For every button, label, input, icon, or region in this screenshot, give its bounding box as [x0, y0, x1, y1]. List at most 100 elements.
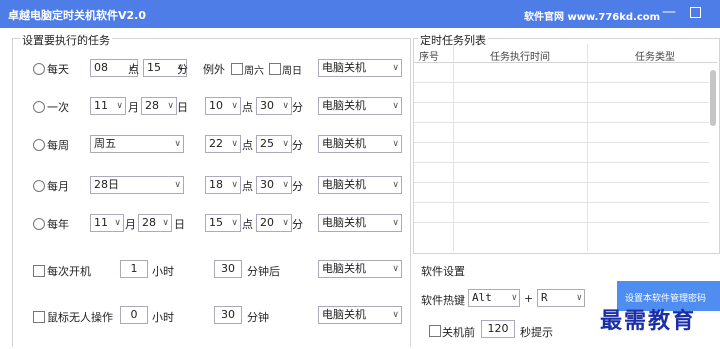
monthly-hour-select[interactable]: 18 ∨ [205, 176, 241, 194]
maximize-button[interactable] [690, 7, 701, 18]
weekly-hour-select[interactable]: 22 ∨ [205, 135, 241, 153]
weekly-action-select[interactable]: 电脑关机 ∨ [318, 135, 402, 153]
once-action-value: 电脑关机 [322, 99, 366, 112]
daily-hour-value: 08 [94, 61, 108, 74]
before-shutdown-checkbox[interactable] [429, 325, 441, 337]
chevron-down-icon: ∨ [392, 264, 399, 274]
chevron-down-icon: ∨ [392, 63, 399, 73]
yearly-hour-select[interactable]: 15 ∨ [205, 214, 241, 232]
yearly-hour-value: 15 [209, 216, 223, 229]
radio-weekly[interactable] [33, 139, 45, 151]
monthly-action-select[interactable]: 电脑关机 ∨ [318, 176, 402, 194]
chevron-down-icon: ∨ [282, 101, 289, 111]
yearly-day-select[interactable]: 28 ∨ [138, 214, 172, 232]
unit-minute-label: 分 [292, 101, 303, 114]
before-shutdown-suffix: 秒提示 [520, 326, 553, 339]
unit-hours-label: 小时 [152, 311, 174, 324]
list-row-divider [414, 162, 709, 163]
hotkey-key-select[interactable]: R ∨ [537, 289, 585, 307]
chevron-down-icon: ∨ [167, 101, 174, 111]
chevron-down-icon: ∨ [231, 101, 238, 111]
unit-hour-label: 点 [242, 180, 253, 193]
unit-minute-label: 分 [292, 218, 303, 231]
watermark-logo: 最需教育 [600, 308, 697, 334]
list-row-divider [414, 82, 709, 83]
idle-hours-input[interactable]: 0 [120, 306, 148, 324]
weekly-hour-value: 22 [209, 137, 223, 150]
except-label: 例外 [203, 63, 225, 76]
radio-once-label: 一次 [47, 101, 69, 114]
unit-month-label: 月 [128, 101, 139, 114]
chevron-down-icon: ∨ [392, 218, 399, 228]
idle-action-value: 电脑关机 [322, 308, 366, 321]
idle-action-select[interactable]: 电脑关机 ∨ [318, 306, 402, 324]
boot-hours-input[interactable]: 1 [120, 260, 148, 278]
radio-monthly[interactable] [33, 180, 45, 192]
monthly-minute-value: 30 [260, 178, 274, 191]
month-day-select[interactable]: 28日 ∨ [90, 176, 184, 194]
once-action-select[interactable]: 电脑关机 ∨ [318, 97, 402, 115]
boot-minutes-input[interactable]: 30 [214, 260, 242, 278]
unit-hour-label: 点 [128, 63, 139, 76]
list-scrollbar-thumb[interactable] [710, 70, 716, 126]
weekly-minute-select[interactable]: 25 ∨ [256, 135, 292, 153]
once-month-value: 11 [94, 99, 108, 112]
idle-checkbox[interactable] [33, 311, 45, 323]
radio-daily-label: 每天 [47, 63, 69, 76]
boot-label: 每次开机 [47, 265, 91, 278]
boot-action-value: 电脑关机 [322, 262, 366, 275]
list-column-divider [587, 44, 588, 251]
once-day-value: 28 [145, 99, 159, 112]
weekday-select[interactable]: 周五 ∨ [90, 135, 184, 153]
chevron-down-icon: ∨ [392, 310, 399, 320]
yearly-minute-value: 20 [260, 216, 274, 229]
hotkey-modifier-select[interactable]: Alt ∨ [468, 289, 520, 307]
unit-hour-label: 点 [242, 218, 253, 231]
once-day-select[interactable]: 28 ∨ [141, 97, 177, 115]
once-minute-select[interactable]: 30 ∨ [256, 97, 292, 115]
chevron-down-icon: ∨ [231, 218, 238, 228]
chevron-down-icon: ∨ [392, 139, 399, 149]
chevron-down-icon: ∨ [392, 101, 399, 111]
chevron-down-icon: ∨ [231, 180, 238, 190]
radio-once[interactable] [33, 101, 45, 113]
yearly-minute-select[interactable]: 20 ∨ [256, 214, 292, 232]
radio-yearly-label: 每年 [47, 218, 69, 231]
monthly-action-value: 电脑关机 [322, 178, 366, 191]
once-minute-value: 30 [260, 99, 274, 112]
saturday-checkbox[interactable] [231, 63, 243, 75]
idle-minutes-input[interactable]: 30 [214, 306, 242, 324]
boot-checkbox[interactable] [33, 265, 45, 277]
before-shutdown-input[interactable]: 120 [481, 320, 515, 338]
window-title: 卓越电脑定时关机软件V2.0 [8, 9, 146, 22]
hotkey-label: 软件热键 [421, 294, 465, 307]
title-bar: 卓越电脑定时关机软件V2.0 软件官网 www.776kd.com — [0, 0, 720, 28]
website-link[interactable]: 软件官网 www.776kd.com [524, 8, 660, 23]
once-month-select[interactable]: 11 ∨ [90, 97, 126, 115]
once-hour-select[interactable]: 10 ∨ [205, 97, 241, 115]
yearly-month-select[interactable]: 11 ∨ [90, 214, 124, 232]
chevron-down-icon: ∨ [231, 139, 238, 149]
chevron-down-icon: ∨ [282, 218, 289, 228]
chevron-down-icon: ∨ [162, 218, 169, 228]
unit-minute-label: 分 [292, 139, 303, 152]
unit-month-label: 月 [125, 218, 136, 231]
unit-min-label: 分钟 [247, 311, 269, 324]
minimize-button[interactable]: — [662, 4, 676, 20]
column-header-time[interactable]: 任务执行时间 [490, 48, 550, 63]
chevron-down-icon: ∨ [282, 180, 289, 190]
daily-minute-value: 15 [147, 61, 161, 74]
column-header-type[interactable]: 任务类型 [635, 48, 675, 63]
daily-action-select[interactable]: 电脑关机 ∨ [318, 59, 402, 77]
radio-yearly[interactable] [33, 218, 45, 230]
hotkey-modifier-value: Alt [472, 291, 492, 304]
sunday-checkbox[interactable] [269, 63, 281, 75]
list-row-divider [414, 122, 709, 123]
radio-daily[interactable] [33, 63, 45, 75]
column-header-index[interactable]: 序号 [419, 48, 439, 63]
monthly-minute-select[interactable]: 30 ∨ [256, 176, 292, 194]
unit-hours-label: 小时 [152, 265, 174, 278]
yearly-action-select[interactable]: 电脑关机 ∨ [318, 214, 402, 232]
boot-action-select[interactable]: 电脑关机 ∨ [318, 260, 402, 278]
unit-day-label: 日 [174, 218, 185, 231]
